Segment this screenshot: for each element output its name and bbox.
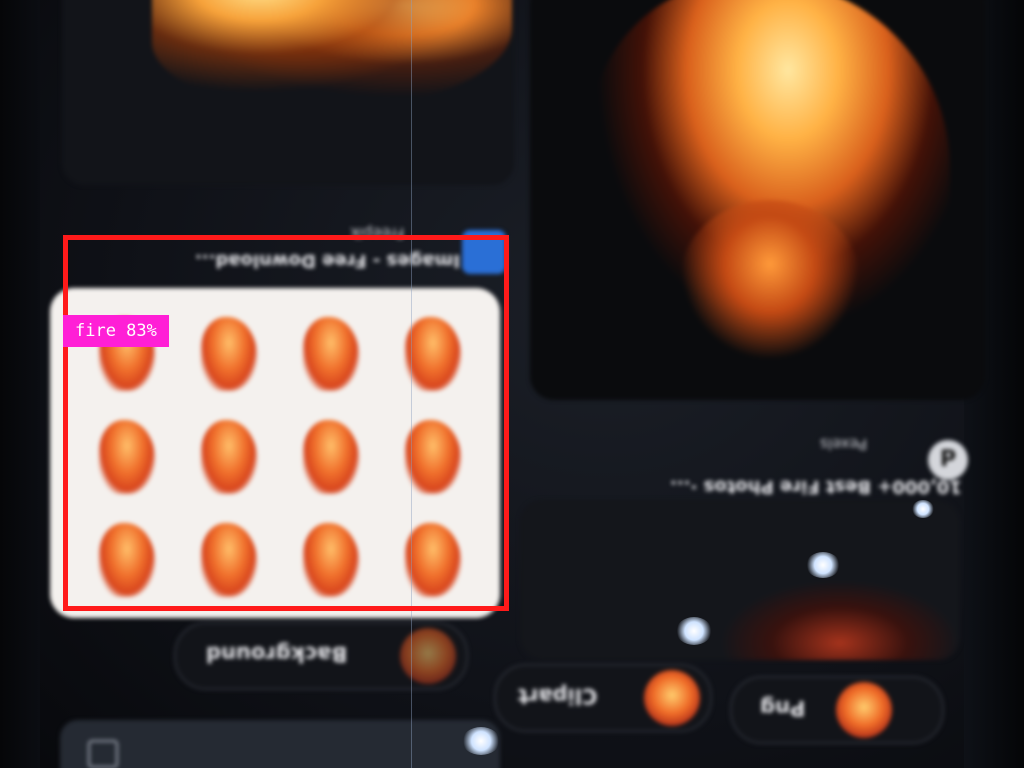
- chip-thumbnail: [836, 682, 892, 738]
- image-result-bottom-right[interactable]: [520, 500, 960, 660]
- bottom-toolbar: [60, 720, 500, 768]
- chip-png[interactable]: Png: [730, 676, 944, 744]
- image-icon[interactable]: [88, 740, 118, 768]
- detection-label: fire 83%: [63, 315, 169, 347]
- light-reflection: [462, 727, 500, 755]
- light-reflection: [912, 500, 934, 518]
- image-result-top-right[interactable]: [530, 0, 985, 400]
- chip-background[interactable]: Background: [174, 622, 468, 690]
- chip-thumbnail: [400, 628, 456, 684]
- light-reflection: [676, 617, 712, 645]
- flame-glow: [720, 580, 960, 660]
- photo-scene: Fire Images - Free Download... Freepik P…: [0, 0, 1024, 768]
- pexels-icon: P: [928, 440, 968, 480]
- light-reflection: [806, 552, 840, 578]
- chip-thumbnail: [644, 670, 700, 726]
- detection-box: [63, 235, 509, 611]
- result-caption-right[interactable]: 10,000+ Best Fire Photos ·...: [562, 476, 962, 497]
- image-result-top-left[interactable]: [62, 0, 514, 185]
- chip-label: Png: [760, 696, 806, 720]
- chip-label: Clipart: [518, 684, 598, 708]
- flame-image: [152, 0, 512, 110]
- result-source-right: Pexels: [820, 435, 868, 453]
- flame-glow: [680, 200, 860, 360]
- chip-clipart[interactable]: Clipart: [494, 664, 712, 732]
- chip-label: Background: [206, 642, 348, 666]
